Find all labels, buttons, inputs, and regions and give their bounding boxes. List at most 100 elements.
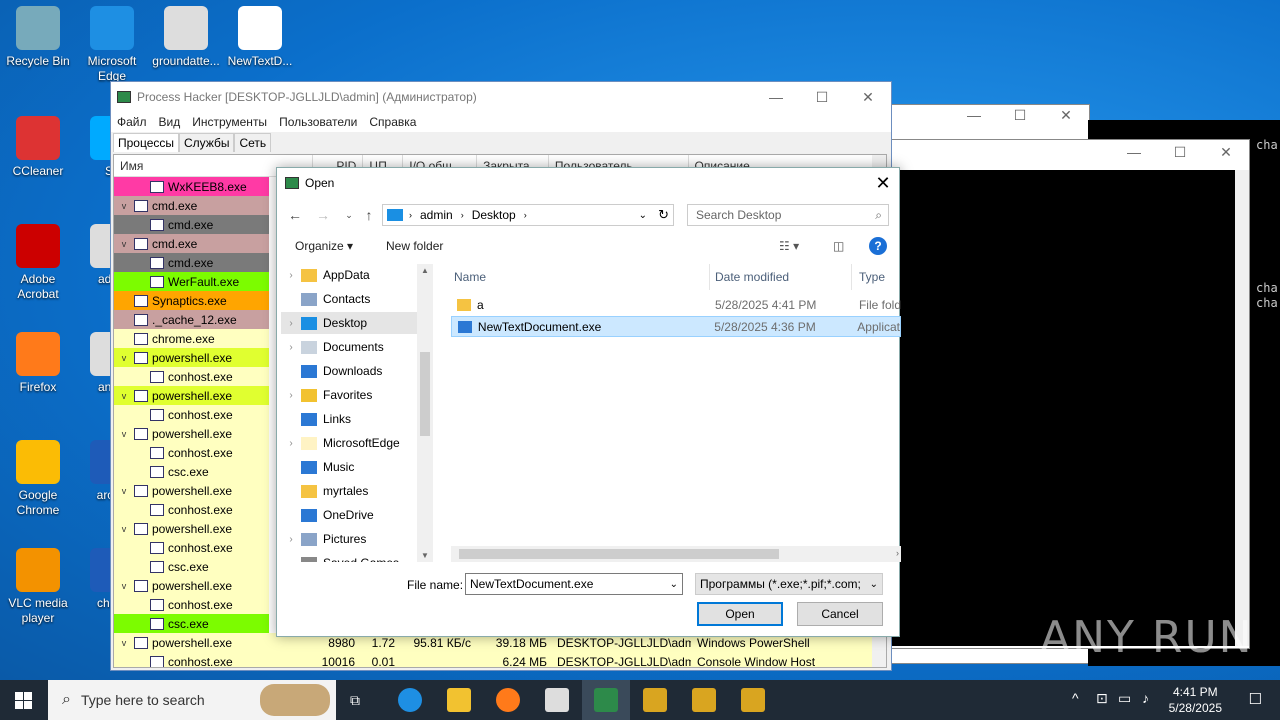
nav-item[interactable]: › MicrosoftEdge: [281, 432, 421, 454]
process-hacker-taskbar-icon[interactable]: [594, 688, 618, 712]
cancel-button[interactable]: Cancel: [797, 602, 883, 626]
taskbar-search-box[interactable]: ⌕ Type here to search: [48, 680, 336, 720]
file-list-hscrollbar[interactable]: ›: [451, 546, 901, 562]
tree-expand-icon[interactable]: v: [118, 391, 130, 401]
firefox-icon[interactable]: [496, 688, 520, 712]
refresh-icon[interactable]: ↻: [658, 207, 669, 223]
tree-expand-icon[interactable]: v: [118, 638, 130, 648]
menu-tools[interactable]: Инструменты: [186, 115, 273, 129]
col-header-type[interactable]: Type: [859, 270, 885, 284]
desktop-icon[interactable]: CCleaner: [0, 116, 76, 179]
tab-network[interactable]: Сеть: [234, 133, 272, 152]
edge-icon[interactable]: [398, 688, 422, 712]
expand-chevron-icon[interactable]: ›: [281, 318, 301, 329]
desktop-icon[interactable]: NewTextD...: [222, 6, 298, 69]
expand-chevron-icon[interactable]: ›: [281, 270, 301, 281]
breadcrumb-desktop[interactable]: Desktop: [472, 208, 516, 222]
key-app-icon[interactable]: [741, 688, 765, 712]
nav-item[interactable]: › Documents: [281, 336, 421, 358]
address-dropdown-icon[interactable]: ⌄: [639, 210, 647, 221]
tree-expand-icon[interactable]: v: [118, 429, 130, 439]
open-button[interactable]: Open: [697, 602, 783, 626]
taskbar-clock[interactable]: 4:41 PM 5/28/2025: [1169, 684, 1222, 716]
address-bar[interactable]: › admin › Desktop › ⌄ ↻: [382, 204, 674, 226]
nav-item[interactable]: OneDrive: [281, 504, 421, 526]
organize-button[interactable]: Organize ▾: [295, 239, 353, 253]
tree-expand-icon[interactable]: v: [118, 239, 130, 249]
close-button[interactable]: ✕: [845, 82, 891, 112]
minimize-button[interactable]: —: [753, 82, 799, 112]
desktop-icon[interactable]: groundatte...: [148, 6, 224, 69]
nav-pane-scrollbar[interactable]: ▲ ▼: [417, 264, 433, 562]
nav-item[interactable]: myrtales: [281, 480, 421, 502]
nav-item[interactable]: Music: [281, 456, 421, 478]
preview-pane-icon[interactable]: ◫: [833, 239, 844, 253]
forward-arrow-icon[interactable]: →: [313, 202, 333, 228]
tree-expand-icon[interactable]: v: [118, 353, 130, 363]
tree-expand-icon[interactable]: v: [118, 201, 130, 211]
expand-chevron-icon[interactable]: ›: [281, 390, 301, 401]
menu-users[interactable]: Пользователи: [273, 115, 363, 129]
up-arrow-icon[interactable]: ↑: [359, 202, 379, 228]
nav-item[interactable]: › Favorites: [281, 384, 421, 406]
nav-item[interactable]: › Desktop: [281, 312, 421, 334]
filename-field[interactable]: NewTextDocument.exe ⌄: [465, 573, 683, 595]
col-header-name[interactable]: Name: [454, 270, 486, 284]
tree-expand-icon[interactable]: v: [118, 581, 130, 591]
breadcrumb-admin[interactable]: admin: [420, 208, 453, 222]
new-folder-button[interactable]: New folder: [386, 239, 443, 253]
filter-dropdown-icon[interactable]: ⌄: [869, 578, 878, 590]
volume-icon[interactable]: ♪: [1142, 690, 1149, 706]
nav-item[interactable]: Downloads: [281, 360, 421, 382]
dialog-close-button[interactable]: ✕: [867, 168, 899, 198]
file-list[interactable]: ^ Name Date modified Type a 5/28/2025 4:4…: [451, 264, 901, 562]
table-row[interactable]: conhost.exe 10016 0.01 6.24 МБ DESKTOP-JGLLJ…: [114, 652, 872, 667]
recent-locations-chevron-icon[interactable]: ⌄: [339, 202, 359, 228]
desktop-icon[interactable]: Microsoft Edge: [74, 6, 150, 84]
notification-icon[interactable]: ☐: [1249, 690, 1262, 708]
task-view-icon[interactable]: ⧉: [350, 692, 360, 709]
tab-services[interactable]: Службы: [179, 133, 235, 152]
open-file-dialog[interactable]: Open ✕ ← → ⌄ ↑ › admin › Desktop › ⌄ ↻ S…: [276, 167, 901, 637]
app-window-icon[interactable]: [545, 688, 569, 712]
desktop-icon[interactable]: Firefox: [0, 332, 76, 395]
desktop-icon[interactable]: Adobe Acrobat: [0, 224, 76, 302]
network-icon[interactable]: ▭: [1118, 690, 1131, 707]
help-icon[interactable]: ?: [869, 237, 887, 255]
view-options-icon[interactable]: ☷ ▾: [779, 239, 799, 253]
maximize-button[interactable]: ☐: [799, 82, 845, 112]
search-input[interactable]: Search Desktop ⌕: [687, 204, 889, 226]
col-header-date[interactable]: Date modified: [715, 270, 789, 284]
desktop-icon[interactable]: VLC media player: [0, 548, 76, 626]
nav-item[interactable]: › AppData: [281, 264, 421, 286]
tree-expand-icon[interactable]: v: [118, 486, 130, 496]
file-row[interactable]: a 5/28/2025 4:41 PM File fold: [451, 294, 901, 315]
expand-chevron-icon[interactable]: ›: [281, 534, 301, 545]
nav-item[interactable]: Saved Games: [281, 552, 421, 562]
back-arrow-icon[interactable]: ←: [285, 202, 305, 228]
tray-chevron-icon[interactable]: ^: [1072, 690, 1079, 706]
menu-help[interactable]: Справка: [363, 115, 422, 129]
file-row[interactable]: NewTextDocument.exe 5/28/2025 4:36 PM Appl…: [451, 316, 901, 337]
console-scrollbar[interactable]: [1235, 170, 1249, 646]
file-explorer-icon[interactable]: [447, 688, 471, 712]
nav-item[interactable]: › Pictures: [281, 528, 421, 550]
menu-view[interactable]: Вид: [153, 115, 187, 129]
expand-chevron-icon[interactable]: ›: [281, 342, 301, 353]
nav-item[interactable]: Links: [281, 408, 421, 430]
tab-processes[interactable]: Процессы: [113, 133, 180, 152]
tree-expand-icon[interactable]: v: [118, 524, 130, 534]
desktop-icon[interactable]: Google Chrome: [0, 440, 76, 518]
background-window-2[interactable]: — ☐ ✕: [880, 139, 1250, 649]
menu-file[interactable]: Файл: [111, 115, 153, 129]
navigation-pane[interactable]: › AppData Contacts › Desktop › Documents Downlo…: [281, 264, 431, 562]
desktop-icon[interactable]: Recycle Bin: [0, 6, 76, 69]
expand-chevron-icon[interactable]: ›: [281, 438, 301, 449]
start-windows-icon[interactable]: [15, 692, 32, 709]
tray-device-icon[interactable]: ⊡: [1096, 690, 1108, 707]
file-type-filter[interactable]: Программы (*.exe;*.pif;*.com; ⌄: [695, 573, 883, 595]
nav-item[interactable]: Contacts: [281, 288, 421, 310]
key-app-icon[interactable]: [643, 688, 667, 712]
filename-dropdown-icon[interactable]: ⌄: [670, 579, 678, 590]
key-app-icon[interactable]: [692, 688, 716, 712]
